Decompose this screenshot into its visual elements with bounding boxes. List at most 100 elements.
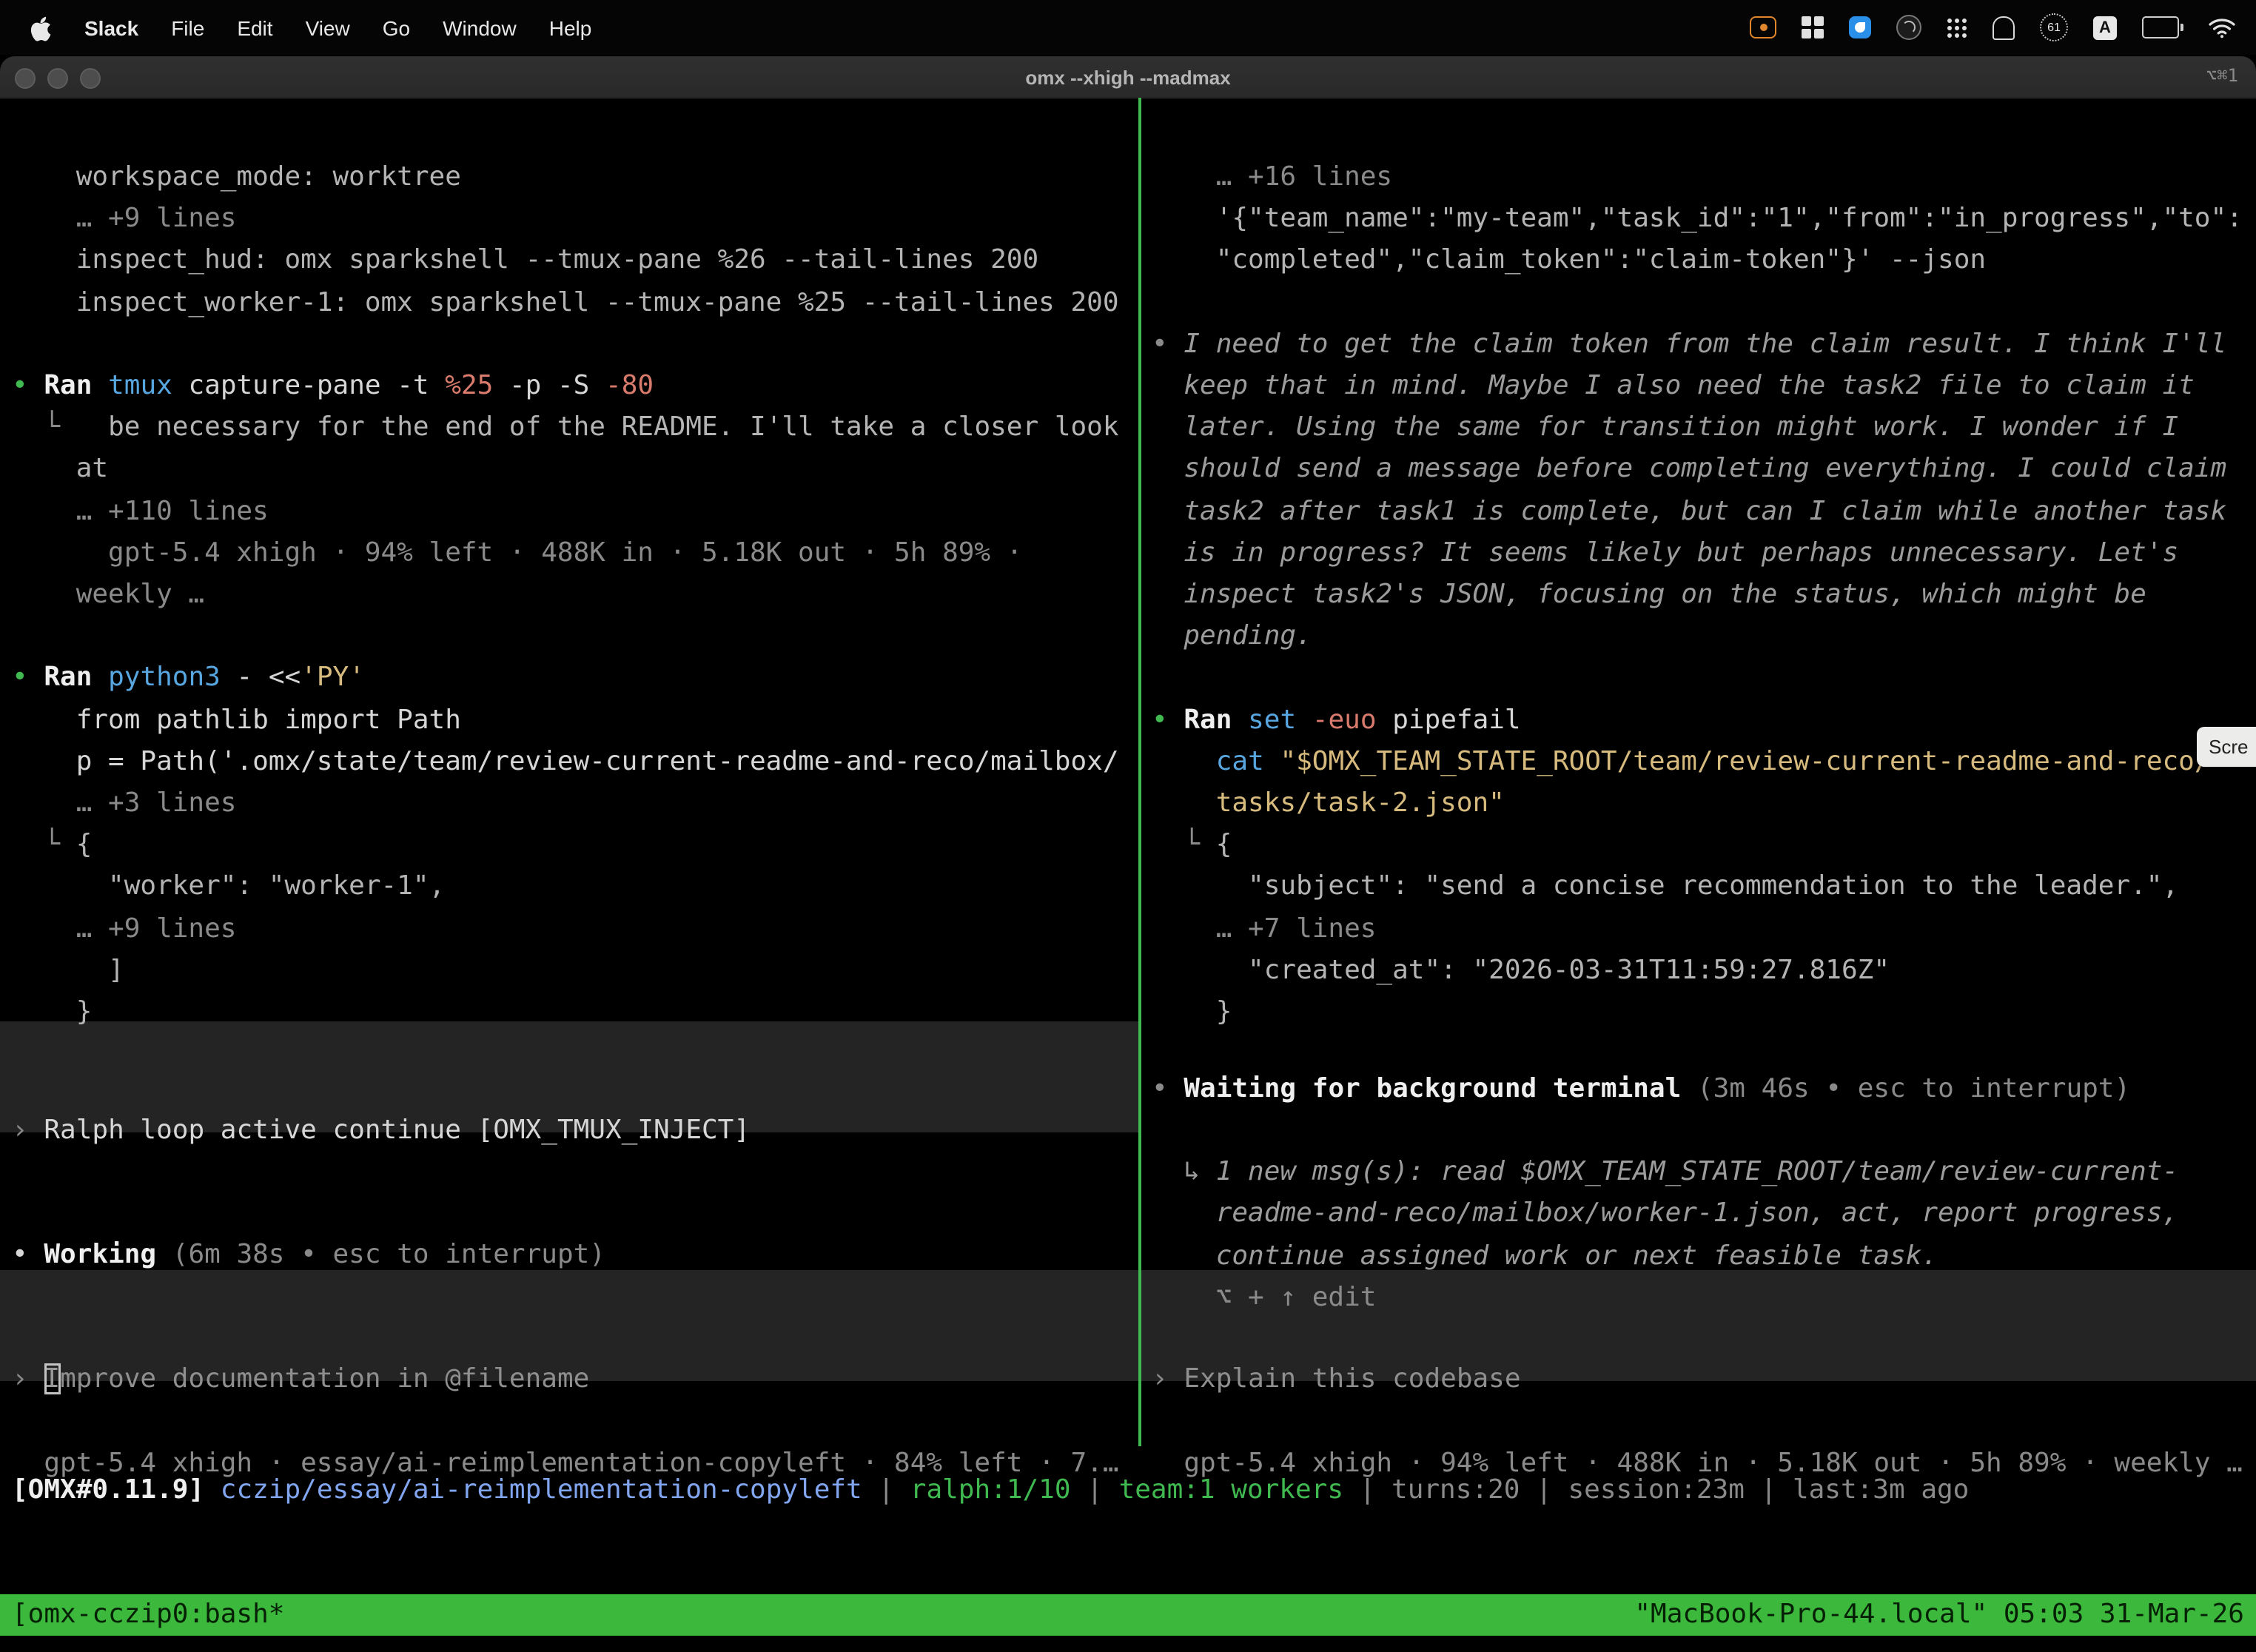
terminal-line: • Ran python3 - <<'PY' bbox=[12, 657, 365, 699]
ghost-app-icon[interactable] bbox=[1993, 16, 2015, 39]
text-segment: • bbox=[12, 370, 44, 401]
wifi-icon[interactable] bbox=[2209, 13, 2235, 42]
text-segment: • bbox=[12, 1239, 44, 1270]
blue-app-icon[interactable] bbox=[1849, 16, 1871, 38]
text-segment: | bbox=[1745, 1474, 1793, 1505]
text-segment: %25 bbox=[445, 370, 493, 401]
text-segment: turns:20 bbox=[1391, 1474, 1520, 1505]
terminal-line: … +3 lines bbox=[12, 783, 236, 825]
terminal-line: • Ran set -euo pipefail bbox=[1152, 700, 1521, 742]
terminal-line: cat "$OMX_TEAM_STATE_ROOT/team/review-cu… bbox=[1152, 742, 2211, 783]
text-segment: I bbox=[44, 1363, 60, 1394]
text-segment: tmux bbox=[108, 370, 172, 401]
left-terminal-pane[interactable]: workspace_mode: worktree … +9 lines insp… bbox=[12, 56, 1138, 1652]
battery-icon[interactable] bbox=[2142, 13, 2183, 42]
menu-go[interactable]: Go bbox=[383, 16, 410, 39]
terminal-line: at bbox=[12, 449, 108, 490]
text-segment: (6m 38s • esc to interrupt) bbox=[156, 1239, 605, 1270]
text-segment: └ bbox=[1152, 829, 1216, 860]
dark-app-icon[interactable] bbox=[1896, 15, 1921, 40]
gauge-icon[interactable]: 61 bbox=[2040, 13, 2068, 41]
tiles-icon[interactable] bbox=[1802, 13, 1824, 42]
terminal-line: "subject": "send a concise recommendatio… bbox=[1152, 866, 2178, 907]
desktop: Slack File Edit View Go Window Help bbox=[0, 0, 2256, 1652]
terminal-line: pending. bbox=[1152, 616, 1312, 657]
text-segment: is in progress? It seems likely but perh… bbox=[1152, 537, 2178, 568]
dots-grid-icon[interactable] bbox=[1947, 13, 1967, 42]
tmux-pane-divider[interactable] bbox=[1138, 98, 1141, 1446]
terminal-line: gpt-5.4 xhigh · 94% left · 488K in · 5.1… bbox=[12, 533, 1022, 574]
text-segment: "worker": "worker-1", bbox=[12, 870, 445, 901]
terminal-line: should send a message before completing … bbox=[1152, 449, 2226, 490]
apple-menu-icon[interactable] bbox=[30, 13, 52, 42]
menu-file[interactable]: File bbox=[171, 16, 204, 39]
terminal-line: inspect_worker-1: omx sparkshell --tmux-… bbox=[12, 283, 1119, 324]
text-segment: session:23m bbox=[1568, 1474, 1744, 1505]
terminal-line: tasks/task-2.json" bbox=[1152, 783, 1505, 825]
menu-bar-left: Slack File Edit View Go Window Help bbox=[0, 13, 591, 42]
text-segment: inspect_worker-1: omx sparkshell --tmux-… bbox=[12, 287, 1119, 318]
text-segment: cczip/essay/ai-reimplementation-copyleft bbox=[221, 1474, 862, 1505]
text-segment: cat bbox=[1216, 746, 1264, 777]
frontmost-app-name[interactable]: Slack bbox=[84, 16, 138, 39]
text-segment: • bbox=[1152, 329, 1184, 360]
text-segment: • bbox=[12, 662, 44, 693]
text-segment: Explain this codebase bbox=[1184, 1363, 1520, 1394]
tmux-session-name[interactable]: [omx-cczip0:bash* bbox=[12, 1594, 284, 1636]
terminal-line: readme-and-reco/mailbox/worker-1.json, a… bbox=[1152, 1193, 2178, 1235]
terminal-line: from pathlib import Path bbox=[12, 700, 461, 742]
menu-window[interactable]: Window bbox=[443, 16, 517, 39]
terminal-line: … +7 lines bbox=[1152, 909, 1376, 950]
terminal-line: } bbox=[12, 992, 92, 1033]
terminal-line: • Working (6m 38s • esc to interrupt) bbox=[12, 1235, 605, 1276]
text-segment: › bbox=[12, 1115, 44, 1146]
text-segment: -80 bbox=[605, 370, 654, 401]
text-segment: set bbox=[1248, 705, 1296, 736]
text-segment: | bbox=[862, 1474, 910, 1505]
terminal-line: [OMX#0.11.9] cczip/essay/ai-reimplementa… bbox=[12, 1470, 1969, 1511]
terminal-line: … +9 lines bbox=[12, 909, 236, 950]
text-segment: 'PY' bbox=[301, 662, 365, 693]
text-segment: … +9 lines bbox=[12, 203, 236, 234]
input-source-icon[interactable]: A bbox=[2093, 16, 2117, 39]
terminal-line: is in progress? It seems likely but perh… bbox=[1152, 533, 2178, 574]
screen-recording-indicator-icon[interactable] bbox=[1750, 16, 1776, 38]
right-terminal-pane[interactable]: … +16 lines '{"team_name":"my-team","tas… bbox=[1152, 56, 2256, 1652]
text-segment: ] bbox=[12, 955, 124, 986]
text-segment: "$OMX_TEAM_STATE_ROOT/team/review-curren… bbox=[1280, 746, 2210, 777]
text-segment: } bbox=[1152, 996, 1232, 1027]
terminal-line: '{"team_name":"my-team","task_id":"1","f… bbox=[1152, 198, 2243, 240]
terminal-line: … +9 lines bbox=[12, 198, 236, 240]
text-segment bbox=[1296, 705, 1312, 736]
terminal-line: inspect_hud: omx sparkshell --tmux-pane … bbox=[12, 240, 1038, 281]
terminal-line: "completed","claim_token":"claim-token"}… bbox=[1152, 240, 1986, 281]
text-segment: • bbox=[1152, 705, 1184, 736]
text-segment: weekly … bbox=[12, 579, 204, 610]
terminal-line: └ { bbox=[1152, 825, 1232, 866]
screenshot-preview[interactable]: Scre bbox=[2197, 727, 2256, 767]
terminal-line: • I need to get the claim token from the… bbox=[1152, 324, 2226, 366]
text-segment: [OMX#0.11.9] bbox=[12, 1474, 204, 1505]
text-segment: gpt-5.4 xhigh · 94% left · 488K in · 5.1… bbox=[12, 537, 1022, 568]
menu-view[interactable]: View bbox=[306, 16, 350, 39]
text-segment: Working bbox=[44, 1239, 156, 1270]
menu-edit[interactable]: Edit bbox=[237, 16, 272, 39]
tmux-host-clock: "MacBook-Pro-44.local" 05:03 31-Mar-26 bbox=[1634, 1594, 2244, 1636]
text-segment: last:3m ago bbox=[1793, 1474, 1969, 1505]
text-segment: pending. bbox=[1152, 620, 1312, 651]
text-segment: '{"team_name":"my-team","task_id":"1","f… bbox=[1152, 203, 2243, 234]
terminal-line: } bbox=[1152, 992, 1232, 1033]
menu-help[interactable]: Help bbox=[549, 16, 592, 39]
text-segment: (3m 46s • esc to interrupt) bbox=[1681, 1073, 2130, 1104]
terminal-line: ] bbox=[12, 950, 124, 992]
text-segment: Ran bbox=[44, 662, 92, 693]
terminal-line: "worker": "worker-1", bbox=[12, 866, 445, 907]
terminal-line: └ be necessary for the end of the README… bbox=[12, 407, 1119, 449]
text-segment: p = Path('.omx/state/team/review-current… bbox=[12, 746, 1119, 777]
text-segment: -p -S bbox=[493, 370, 605, 401]
text-segment: pipefail bbox=[1377, 705, 1521, 736]
text-segment: continue assigned work or next feasible … bbox=[1152, 1240, 1938, 1272]
text-segment: from pathlib import Path bbox=[12, 705, 461, 736]
text-segment: Ran bbox=[44, 370, 92, 401]
screen: Slack File Edit View Go Window Help bbox=[0, 0, 2256, 1652]
